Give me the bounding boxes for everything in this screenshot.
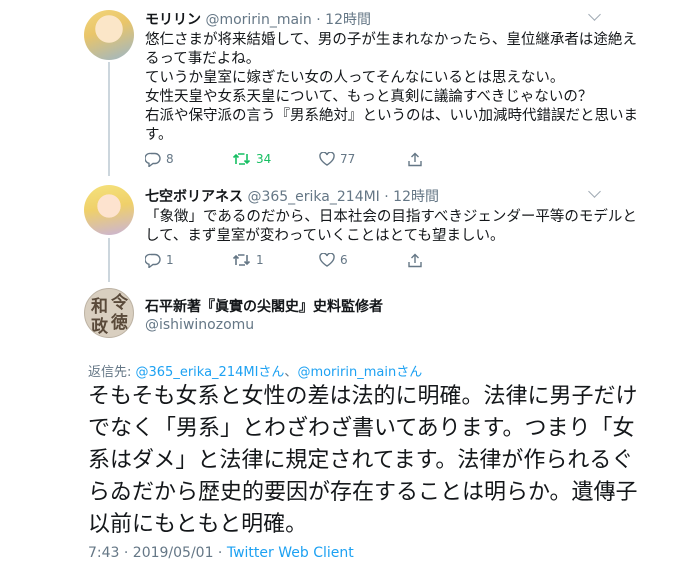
tweet-1[interactable]: モリリン @moririn_main · 12時間 悠仁さまが将来結婚して、男の… [0, 0, 680, 176]
tweet-text: 悠仁さまが将来結婚して、男の子が生まれなかったら、皇位継承者は途絶え るって事だ… [145, 31, 638, 145]
text-line: す。 [145, 127, 173, 143]
like-icon [319, 253, 335, 267]
replying-to: 返信先: @365_erika_214MIさん、@moririn_mainさん [88, 361, 422, 380]
reply-button[interactable]: 8 [145, 150, 174, 168]
main-tweet-text: そもそも女系と女性の差は法的に明確。法律に男子だけ でなく「男系」とわざわざ書い… [88, 381, 648, 541]
retweet-icon [232, 153, 251, 165]
text-line: ていうか皇室に嫁ぎたい女の人ってそんなにいるとは思えない。 [145, 70, 565, 86]
avatar[interactable] [84, 185, 134, 235]
tweet-header: 石平新著『眞實の尖閣史』史料監修者 [145, 296, 383, 316]
chevron-down-icon[interactable] [588, 8, 601, 21]
chevron-down-icon[interactable] [588, 185, 601, 198]
text-line: るって事だよね。 [145, 51, 261, 67]
share-icon [408, 152, 422, 166]
like-count: 77 [340, 152, 356, 166]
handle[interactable]: @moririn_main [205, 12, 311, 28]
share-button[interactable] [407, 150, 423, 168]
text-line: らゐだから歴史的要因が存在することは明らか。遺傳子 [88, 480, 638, 505]
tweet-2[interactable]: 七空ボリアネス @365_erika_214MI · 12時間 「象徴」であるの… [0, 176, 680, 282]
like-count: 6 [340, 253, 348, 267]
reply-icon [145, 253, 161, 268]
text-line: 系はダメ」と法律に規定されてます。法律が作られるぐ [88, 448, 634, 473]
action-bar: 1 1 6 [145, 251, 445, 269]
avatar-char: 政 [91, 317, 108, 337]
thread-line [108, 238, 110, 282]
tweet-meta: 7:43 · 2019/05/01 · Twitter Web Client [88, 545, 354, 561]
handle[interactable]: @365_erika_214MI [247, 189, 379, 205]
avatar-char: 和 [91, 297, 108, 317]
display-name[interactable]: 石平新著『眞實の尖閣史』史料監修者 [145, 299, 383, 315]
replying-label: 返信先: [88, 365, 136, 380]
client-link[interactable]: Twitter Web Client [227, 545, 354, 561]
text-line: 以前にもともと明確。 [88, 512, 308, 537]
reply-separator: 、 [284, 365, 298, 380]
reply-button[interactable]: 1 [145, 251, 174, 269]
text-line: そもそも女系と女性の差は法的に明確。法律に男子だけ [88, 384, 638, 409]
timestamp[interactable]: 12時間 [393, 189, 439, 205]
retweet-button[interactable]: 1 [232, 251, 264, 269]
avatar-char: 令 [111, 293, 128, 313]
text-line: 右派や保守派の言う『男系絶対』というのは、いい加減時代錯誤だと思いま [145, 108, 638, 124]
text-line: 女性天皇や女系天皇について、もっと真剣に議論すべきじゃないの？ [145, 89, 593, 105]
tweet-header: 七空ボリアネス @365_erika_214MI · 12時間 [145, 186, 439, 206]
reply-to-link[interactable]: @moririn_mainさん [297, 365, 422, 380]
avatar[interactable] [84, 10, 134, 60]
like-icon [319, 152, 335, 166]
action-bar: 8 34 77 [145, 150, 445, 168]
timestamp[interactable]: 12時間 [325, 12, 371, 28]
text-line: 「象徴」であるのだから、日本社会の目指すべきジェンダー平等のモデルと [145, 209, 637, 225]
handle[interactable]: @ishiwinozomu [145, 317, 254, 333]
timestamp-full[interactable]: 7:43 · 2019/05/01 · [88, 545, 227, 561]
like-button[interactable]: 77 [319, 150, 355, 168]
avatar-char: 徳 [111, 313, 128, 333]
handle-row: @ishiwinozomu [145, 317, 254, 333]
share-button[interactable] [407, 251, 423, 269]
retweet-icon [232, 254, 251, 266]
avatar[interactable]: 令 和 徳 政 [84, 288, 134, 338]
text-line: 悠仁さまが将来結婚して、男の子が生まれなかったら、皇位継承者は途絶え [145, 32, 637, 48]
share-icon [408, 253, 422, 267]
separator: · [384, 189, 389, 205]
separator: · [316, 12, 321, 28]
text-line: でなく「男系」とわざわざ書いてあります。つまり「女 [88, 416, 635, 441]
reply-icon [145, 152, 161, 167]
like-button[interactable]: 6 [319, 251, 348, 269]
tweet-text: 「象徴」であるのだから、日本社会の目指すべきジェンダー平等のモデルと して、まず… [145, 208, 637, 246]
reply-count: 8 [166, 152, 174, 166]
retweet-count: 1 [256, 253, 264, 267]
retweet-count: 34 [256, 152, 272, 166]
tweet-header: モリリン @moririn_main · 12時間 [145, 9, 371, 29]
thread-line [108, 62, 110, 176]
text-line: して、まず皇室が変わっていくことはとても望ましい。 [145, 228, 505, 244]
display-name[interactable]: 七空ボリアネス [145, 189, 243, 205]
reply-count: 1 [166, 253, 174, 267]
reply-to-link[interactable]: @365_erika_214MIさん [136, 365, 285, 380]
retweet-button[interactable]: 34 [232, 150, 271, 168]
display-name[interactable]: モリリン [145, 12, 201, 28]
